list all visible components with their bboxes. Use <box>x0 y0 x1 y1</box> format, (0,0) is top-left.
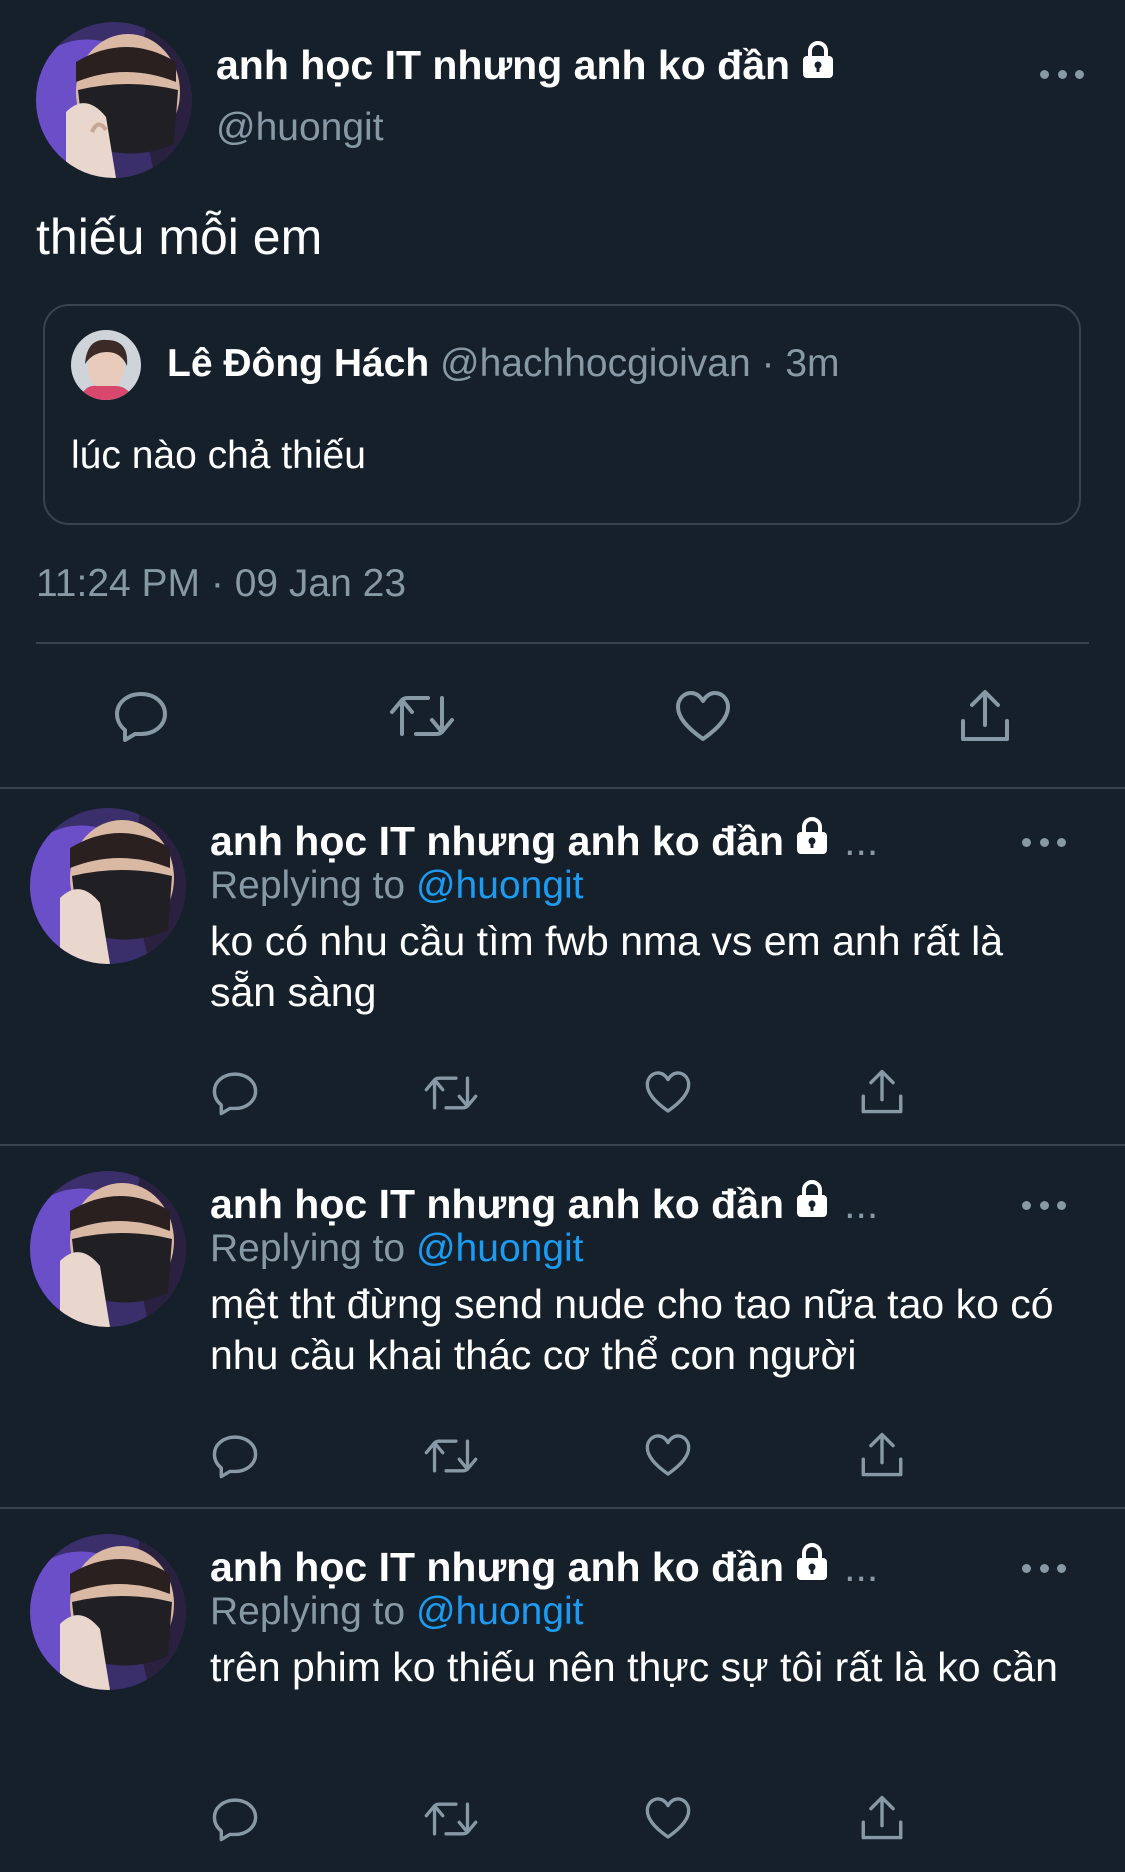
reply-author-name-text: anh học IT nhưng anh ko đần <box>210 1543 785 1590</box>
divider <box>0 1144 1125 1146</box>
reply-text: trên phim ko thiếu nên thực sự tôi rất l… <box>210 1644 1058 1690</box>
mention-link[interactable]: @huongit <box>416 864 584 907</box>
quoted-header: Lê Đông Hách @hachhocgioivan · 3m <box>167 342 840 386</box>
lock-icon <box>794 1179 830 1229</box>
like-icon[interactable] <box>643 1431 693 1479</box>
replying-to-prefix: Replying to <box>210 1227 406 1270</box>
reply-author-name[interactable]: anh học IT nhưng anh ko đần ... <box>210 1179 878 1229</box>
quoted-tweet[interactable]: Lê Đông Hách @hachhocgioivan · 3m lúc nà… <box>43 304 1081 525</box>
replying-to-prefix: Replying to <box>210 1590 406 1633</box>
reply-tweet[interactable]: anh học IT nhưng anh ko đần ... Replying… <box>0 1151 1125 1513</box>
quoted-author-meta: @hachhocgioivan · 3m <box>440 342 840 385</box>
more-icon[interactable] <box>1022 1558 1066 1578</box>
truncation-ellipsis: ... <box>844 1180 879 1227</box>
replying-to: Replying to @huongit <box>210 1227 584 1271</box>
share-icon[interactable] <box>858 1792 906 1844</box>
reply-icon[interactable] <box>210 1433 260 1479</box>
author-avatar[interactable] <box>36 22 192 178</box>
share-icon[interactable] <box>858 1429 906 1481</box>
reply-text: mệt tht đừng send nude cho tao nữa tao k… <box>210 1281 1054 1378</box>
like-icon[interactable] <box>643 1068 693 1116</box>
author-handle[interactable]: @huongit <box>216 106 384 150</box>
reply-author-name[interactable]: anh học IT nhưng anh ko đần ... <box>210 816 878 866</box>
retweet-icon[interactable] <box>387 690 457 742</box>
retweet-icon[interactable] <box>422 1796 480 1842</box>
tweet-text: thiếu mỗi em <box>36 209 323 265</box>
reply-tweet[interactable]: anh học IT nhưng anh ko đần ... Replying… <box>0 788 1125 1150</box>
author-name-text: anh học IT nhưng anh ko đần <box>216 41 791 88</box>
quoted-author-name[interactable]: Lê Đông Hách <box>167 342 429 385</box>
like-icon[interactable] <box>643 1794 693 1842</box>
reply-text: ko có nhu cầu tìm fwb nma vs em anh rất … <box>210 918 1004 1015</box>
more-icon[interactable] <box>1022 832 1066 852</box>
reply-author-avatar[interactable] <box>30 808 186 964</box>
reply-author-name-text: anh học IT nhưng anh ko đần <box>210 1180 785 1227</box>
divider <box>36 642 1089 644</box>
share-icon[interactable] <box>956 686 1014 746</box>
tweet-timestamp[interactable]: 11:24 PM · 09 Jan 23 <box>36 562 406 606</box>
truncation-ellipsis: ... <box>844 1543 879 1590</box>
truncation-ellipsis: ... <box>844 817 879 864</box>
tweet-thread-page: anh học IT nhưng anh ko đần @huongit thi… <box>0 0 1125 1872</box>
reply-tweet[interactable]: anh học IT nhưng anh ko đần ... Replying… <box>0 1514 1125 1872</box>
retweet-icon[interactable] <box>422 1433 480 1479</box>
reply-author-name-text: anh học IT nhưng anh ko đần <box>210 817 785 864</box>
quoted-author-avatar[interactable] <box>71 330 141 400</box>
reply-icon[interactable] <box>210 1070 260 1116</box>
reply-icon[interactable] <box>210 1796 260 1842</box>
lock-icon <box>794 816 830 866</box>
reply-icon[interactable] <box>110 690 172 742</box>
share-icon[interactable] <box>858 1066 906 1118</box>
replying-to: Replying to @huongit <box>210 864 584 908</box>
quoted-tweet-text: lúc nào chả thiếu <box>71 434 366 477</box>
more-icon[interactable] <box>1022 1195 1066 1215</box>
retweet-icon[interactable] <box>422 1070 480 1116</box>
more-icon[interactable] <box>1040 64 1084 84</box>
lock-icon <box>794 1542 830 1592</box>
mention-link[interactable]: @huongit <box>416 1227 584 1270</box>
divider <box>0 1507 1125 1509</box>
lock-icon <box>800 40 836 90</box>
mention-link[interactable]: @huongit <box>416 1590 584 1633</box>
author-name[interactable]: anh học IT nhưng anh ko đần <box>216 40 836 90</box>
replying-to: Replying to @huongit <box>210 1590 584 1634</box>
like-icon[interactable] <box>673 688 733 744</box>
replying-to-prefix: Replying to <box>210 864 406 907</box>
reply-author-avatar[interactable] <box>30 1534 186 1690</box>
reply-author-name[interactable]: anh học IT nhưng anh ko đần ... <box>210 1542 878 1592</box>
reply-author-avatar[interactable] <box>30 1171 186 1327</box>
